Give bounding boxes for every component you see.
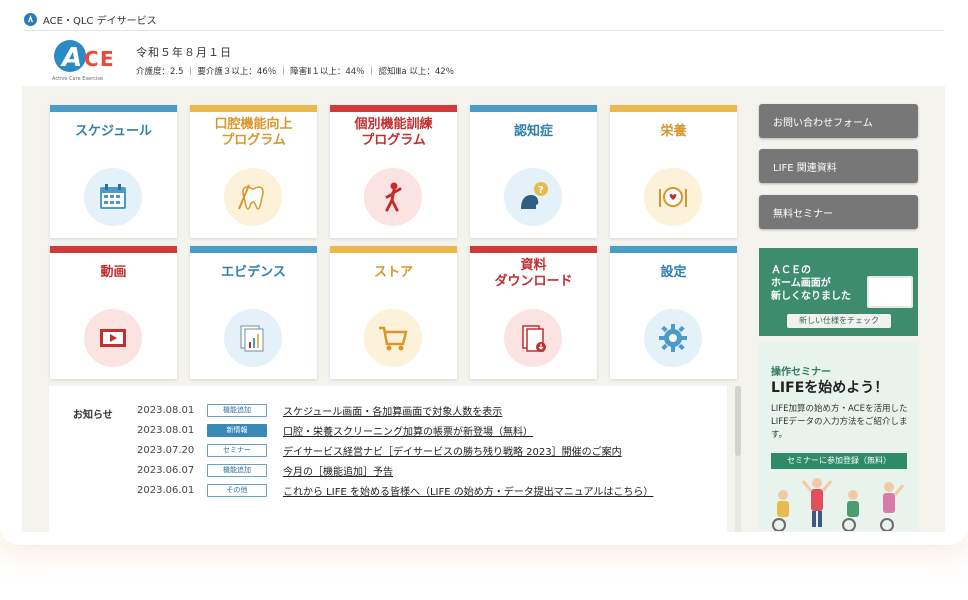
news-date: 2023.08.01	[137, 424, 195, 436]
tile-oral-program[interactable]: 口腔機能向上 プログラム	[190, 105, 317, 238]
facility-stats: 介護度：2.5 ｜ 要介護３以上：46％ ｜ 障害Ⅱ１以上：44％ ｜ 認知Ⅲa…	[136, 67, 455, 77]
tile-label: 資料 ダウンロード	[494, 258, 573, 289]
exercise-icon	[364, 168, 422, 226]
tile-dementia[interactable]: 認知症 ?	[470, 105, 597, 238]
news-badge: 機能追加	[207, 403, 267, 417]
news-scrollbar-thumb[interactable]	[735, 386, 741, 456]
tile-label: エビデンス	[221, 265, 286, 280]
logo-tagline: Active Care Exercise	[52, 76, 103, 82]
news-date: 2023.06.01	[137, 484, 195, 496]
people-illustration-icon	[772, 478, 905, 531]
tile-store[interactable]: ストア	[330, 246, 457, 379]
tile-label: 口腔機能向上 プログラム	[214, 117, 293, 148]
tile-label: 動画	[100, 265, 127, 280]
head-question-icon: ?	[504, 168, 562, 226]
site-logo-icon[interactable]	[24, 12, 37, 26]
news-link[interactable]: スケジュール画面・各加算画面で対象人数を表示	[283, 403, 502, 418]
seminar-kicker: 操作セミナー	[771, 367, 831, 378]
news-badge: 新情報	[207, 423, 267, 437]
news-date: 2023.07.20	[137, 444, 195, 456]
news-item[interactable]: 2023.08.01 機能追加 スケジュール画面・各加算画面で対象人数を表示	[137, 402, 502, 418]
documents-chart-icon	[224, 309, 282, 367]
check-new-spec-button[interactable]: 新しい仕様をチェック	[787, 314, 891, 328]
seminar-description: LIFE加算の始め方・ACEを活用したLIFEデータの入力方法をご紹介します。	[771, 404, 908, 440]
svg-text:?: ?	[538, 185, 544, 196]
news-item[interactable]: 2023.07.20 セミナー デイサービス経営ナビ［デイサービスの勝ち残り戦略…	[137, 442, 622, 458]
tile-label: 個別機能訓練 プログラム	[354, 117, 433, 148]
svg-text:C: C	[84, 47, 99, 71]
news-link[interactable]: 今月の［機能追加］予告	[283, 463, 393, 478]
site-title[interactable]: ACE・QLC デイサービス	[43, 12, 157, 27]
news-date: 2023.06.07	[137, 464, 195, 476]
monitor-icon	[867, 276, 913, 308]
tile-label: 設定	[660, 265, 687, 280]
news-link[interactable]: これから LIFE を始める皆様へ（LIFE の始め方・データ提出マニュアルはこ…	[283, 483, 653, 498]
svg-text:E: E	[100, 47, 114, 71]
tile-label: ストア	[373, 265, 413, 280]
seminar-banner[interactable]: 操作セミナー LIFEを始めよう！ LIFE加算の始め方・ACEを活用したLIF…	[759, 341, 918, 531]
cart-icon	[364, 309, 422, 367]
new-home-banner[interactable]: ＡＣＥの ホーム画面が 新しくなりました 新しい仕様をチェック	[759, 248, 918, 336]
news-badge: セミナー	[207, 443, 267, 457]
calendar-icon	[84, 168, 142, 226]
tile-evidence[interactable]: エビデンス	[190, 246, 317, 379]
life-materials-button[interactable]: LIFE 関連資料	[759, 149, 918, 183]
contact-form-button[interactable]: お問い合わせフォーム	[759, 104, 918, 138]
tile-settings[interactable]: 設定	[610, 246, 737, 379]
banner-text: ＡＣＥの ホーム画面が 新しくなりました	[771, 265, 851, 302]
main-panel: スケジュール 口腔機能向上 プログラム 個別機能訓練 プログラム 認知症 ? 栄…	[22, 86, 945, 532]
gear-icon	[644, 309, 702, 367]
news-badge: その他	[207, 483, 267, 497]
news-link[interactable]: デイサービス経営ナビ［デイサービスの勝ち残り戦略 2023］開催のご案内	[283, 443, 622, 458]
news-section: お知らせ 2023.08.01 機能追加 スケジュール画面・各加算画面で対象人数…	[49, 386, 727, 532]
news-date: 2023.08.01	[137, 404, 195, 416]
tile-individual-training[interactable]: 個別機能訓練 プログラム	[330, 105, 457, 238]
header: A C E Active Care Exercise 令和５年８月１日 介護度：…	[48, 36, 928, 86]
video-icon	[84, 309, 142, 367]
seminar-title: LIFEを始めよう！	[771, 380, 889, 396]
news-scrollbar[interactable]	[735, 386, 741, 532]
tile-schedule[interactable]: スケジュール	[50, 105, 177, 238]
news-item[interactable]: 2023.08.01 新情報 口腔・栄養スクリーニング加算の帳票が新登場（無料）	[137, 422, 533, 438]
seminar-register-button[interactable]: セミナーに参加登録（無料）	[771, 453, 907, 469]
current-date: 令和５年８月１日	[136, 46, 232, 59]
ace-logo[interactable]: A C E Active Care Exercise	[48, 36, 128, 84]
tile-video[interactable]: 動画	[50, 246, 177, 379]
svg-text:A: A	[60, 43, 82, 73]
news-heading: お知らせ	[73, 410, 113, 421]
tile-label: 栄養	[660, 124, 687, 139]
tile-label: 認知症	[513, 124, 553, 139]
tile-nutrition[interactable]: 栄養	[610, 105, 737, 238]
top-bar: ACE・QLC デイサービス	[24, 8, 944, 31]
news-link[interactable]: 口腔・栄養スクリーニング加算の帳票が新登場（無料）	[283, 423, 533, 438]
news-item[interactable]: 2023.06.01 その他 これから LIFE を始める皆様へ（LIFE の始…	[137, 482, 653, 498]
news-badge: 機能追加	[207, 463, 267, 477]
tile-download[interactable]: 資料 ダウンロード	[470, 246, 597, 379]
news-item[interactable]: 2023.06.07 機能追加 今月の［機能追加］予告	[137, 462, 393, 478]
download-doc-icon	[504, 309, 562, 367]
free-seminar-button[interactable]: 無料セミナー	[759, 195, 918, 229]
meal-icon	[644, 168, 702, 226]
tile-label: スケジュール	[74, 124, 153, 139]
tooth-icon	[224, 168, 282, 226]
